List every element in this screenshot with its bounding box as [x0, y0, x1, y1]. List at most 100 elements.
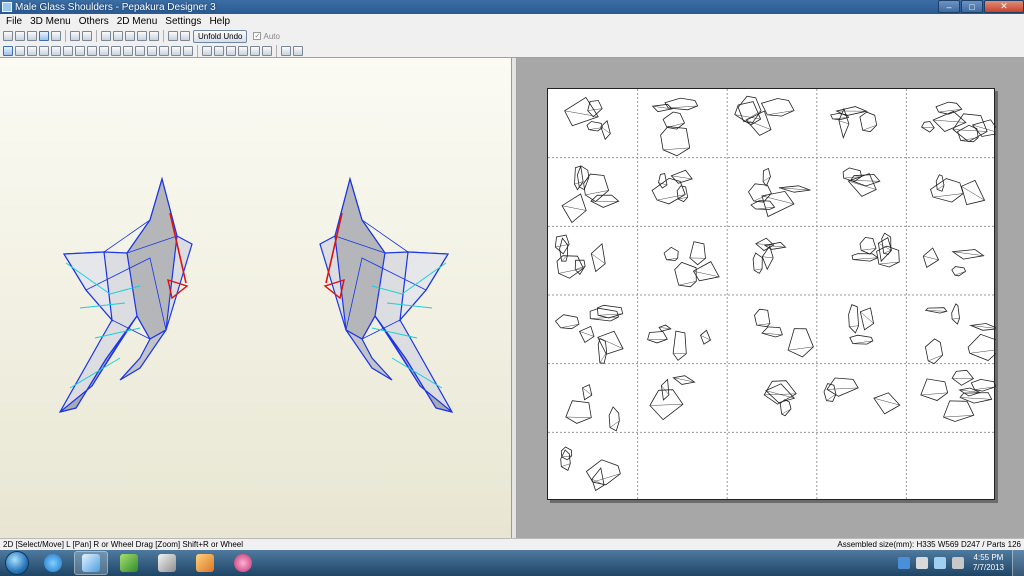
- zoom-fit-icon[interactable]: [293, 45, 303, 56]
- unfolded-part[interactable]: [560, 449, 571, 471]
- unfolded-part[interactable]: [700, 329, 711, 345]
- menu-file[interactable]: File: [2, 16, 26, 27]
- edit-line-icon[interactable]: [101, 31, 111, 41]
- 2d-pattern-canvas[interactable]: [548, 89, 1002, 501]
- align-top-icon[interactable]: [238, 45, 248, 56]
- unfolded-part[interactable]: [922, 247, 940, 269]
- unfolded-part[interactable]: [848, 304, 860, 334]
- anchor-icon[interactable]: [125, 31, 135, 41]
- unfolded-part[interactable]: [920, 378, 949, 401]
- taskbar-app-orange[interactable]: [226, 551, 260, 575]
- menu-others[interactable]: Others: [75, 16, 113, 27]
- unfold-icon[interactable]: [51, 45, 61, 56]
- unfolded-part[interactable]: [672, 330, 687, 361]
- menu-help[interactable]: Help: [205, 16, 234, 27]
- page-icon[interactable]: [159, 45, 169, 56]
- undo-icon[interactable]: [70, 31, 80, 41]
- unfolded-part[interactable]: [582, 384, 593, 401]
- mirror-icon[interactable]: [75, 45, 85, 56]
- unfolded-part[interactable]: [689, 241, 706, 266]
- join-icon[interactable]: [149, 31, 159, 41]
- unfolded-part[interactable]: [590, 243, 606, 273]
- edge-id-icon[interactable]: [147, 45, 157, 56]
- maximize-button[interactable]: □: [961, 0, 983, 13]
- select-icon[interactable]: [3, 45, 13, 56]
- right-shoulder-model[interactable]: [319, 176, 454, 413]
- menu-3d[interactable]: 3D Menu: [26, 16, 75, 27]
- unfolded-part[interactable]: [647, 331, 668, 344]
- left-shoulder-model[interactable]: [58, 176, 193, 413]
- clock[interactable]: 4:55 PM 7/7/2013: [973, 553, 1004, 573]
- arrange-icon[interactable]: [183, 45, 193, 56]
- unfolded-part[interactable]: [951, 266, 967, 277]
- unfold-undo-button[interactable]: Unfold Undo: [193, 29, 248, 43]
- node-edit-icon[interactable]: [15, 45, 25, 56]
- unfolded-part[interactable]: [849, 174, 881, 187]
- unfolded-part[interactable]: [851, 253, 879, 262]
- unfolded-part[interactable]: [924, 338, 944, 365]
- auto-checkbox[interactable]: ✓ Auto: [253, 32, 280, 41]
- unfolded-part[interactable]: [565, 400, 592, 424]
- unfolded-part[interactable]: [849, 334, 874, 345]
- split-view-icon[interactable]: [180, 31, 190, 41]
- unfolded-part[interactable]: [670, 169, 693, 184]
- unfolded-part[interactable]: [859, 237, 877, 255]
- 2d-view-pane[interactable]: [517, 58, 1024, 538]
- redo-icon[interactable]: [82, 31, 92, 41]
- copy-icon[interactable]: [137, 31, 147, 41]
- unfolded-part[interactable]: [765, 383, 796, 404]
- unfolded-part[interactable]: [823, 383, 837, 402]
- volume-tray-icon[interactable]: [951, 557, 964, 569]
- open-icon[interactable]: [3, 31, 13, 41]
- minimize-button[interactable]: –: [938, 0, 960, 13]
- align-bottom-icon[interactable]: [262, 45, 272, 56]
- unfolded-part[interactable]: [674, 261, 697, 288]
- show-desktop-button[interactable]: [1012, 550, 1024, 576]
- unfolded-part[interactable]: [942, 400, 975, 422]
- menu-settings[interactable]: Settings: [161, 16, 205, 27]
- save-icon[interactable]: [15, 31, 25, 41]
- taskbar-app-box[interactable]: [188, 551, 222, 575]
- unfolded-part[interactable]: [951, 369, 975, 386]
- unfolded-part[interactable]: [859, 307, 875, 331]
- align-left-icon[interactable]: [202, 45, 212, 56]
- flap-icon[interactable]: [113, 31, 123, 41]
- unfolded-part[interactable]: [930, 178, 964, 203]
- unfolded-part[interactable]: [859, 111, 878, 133]
- unfolded-part[interactable]: [597, 338, 608, 364]
- unfolded-part[interactable]: [596, 304, 624, 319]
- texture-icon[interactable]: [51, 31, 61, 41]
- text-tool-icon[interactable]: [99, 45, 109, 56]
- unfolded-part[interactable]: [787, 328, 814, 358]
- scale-icon[interactable]: [171, 45, 181, 56]
- print-icon[interactable]: [27, 31, 37, 41]
- close-button[interactable]: ✕: [984, 0, 1024, 13]
- unfolded-part[interactable]: [662, 111, 685, 130]
- help-mode-icon[interactable]: [39, 31, 49, 41]
- unfolded-part[interactable]: [951, 249, 985, 260]
- fold-icon[interactable]: [39, 45, 49, 56]
- unfolded-part[interactable]: [576, 165, 590, 191]
- unfolded-part[interactable]: [935, 101, 963, 115]
- image-tool-icon[interactable]: [111, 45, 121, 56]
- help-tray-icon[interactable]: [897, 557, 910, 569]
- unfolded-part[interactable]: [826, 377, 859, 397]
- single-view-icon[interactable]: [168, 31, 178, 41]
- unfolded-part[interactable]: [960, 179, 986, 206]
- unfolded-part[interactable]: [560, 446, 573, 461]
- unfolded-part[interactable]: [748, 183, 772, 203]
- unfolded-part[interactable]: [589, 307, 619, 322]
- 3d-view-pane[interactable]: [0, 58, 512, 538]
- start-button[interactable]: [5, 551, 29, 575]
- taskbar-app-grid[interactable]: [150, 551, 184, 575]
- flag-tray-icon[interactable]: [915, 557, 928, 569]
- align-middle-icon[interactable]: [250, 45, 260, 56]
- unfolded-part[interactable]: [760, 98, 795, 117]
- pattern-icon[interactable]: [87, 45, 97, 56]
- unfolded-part[interactable]: [578, 325, 595, 343]
- unfolded-part[interactable]: [660, 126, 691, 157]
- line-tool-icon[interactable]: [123, 45, 133, 56]
- network-tray-icon[interactable]: [933, 557, 946, 569]
- unfolded-part[interactable]: [583, 173, 610, 203]
- face-icon[interactable]: [63, 45, 73, 56]
